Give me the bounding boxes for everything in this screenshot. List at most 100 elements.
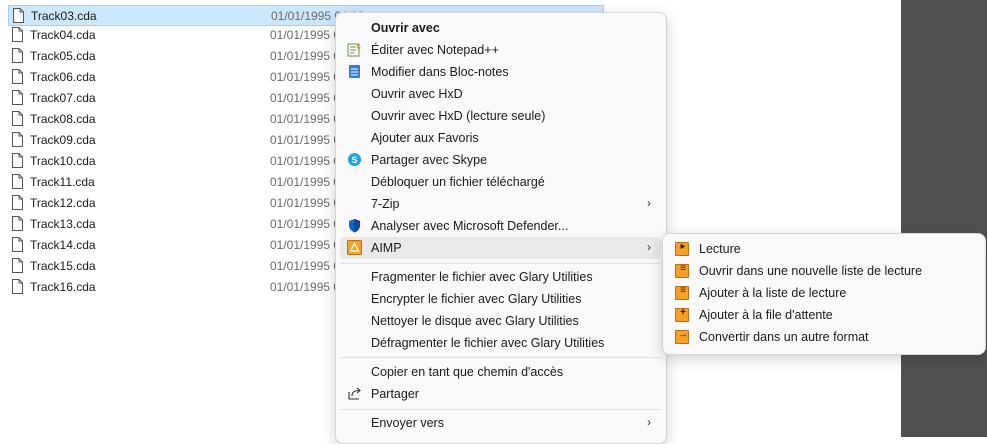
file-icon (12, 69, 23, 84)
submenu-item-label: Convertir dans un autre format (699, 330, 869, 344)
file-date: 01/01/1995 0 (270, 154, 341, 168)
file-icon (12, 153, 23, 168)
submenu-item-add-queue[interactable]: + Ajouter à la file d'attente (667, 304, 980, 326)
file-name: Track12.cda (30, 196, 96, 210)
file-name: Track16.cda (30, 280, 96, 294)
chevron-right-icon: › (647, 415, 651, 429)
file-date: 01/01/1995 0 (270, 196, 341, 210)
file-date: 01/01/1995 0 (270, 238, 341, 252)
file-date: 01/01/1995 0 (270, 280, 341, 294)
menu-item-label: Débloquer un fichier téléchargé (371, 175, 545, 189)
menu-item-label: Ouvrir avec (371, 21, 440, 35)
file-date: 01/01/1995 0 (270, 259, 341, 273)
menu-item-label: Modifier dans Bloc-notes (371, 65, 509, 79)
aimp-submenu: ▸ Lecture ≡ Ouvrir dans une nouvelle lis… (662, 233, 986, 355)
submenu-item-open-new-playlist[interactable]: ≡ Ouvrir dans une nouvelle liste de lect… (667, 260, 980, 282)
menu-separator (340, 263, 661, 264)
menu-separator (340, 357, 661, 358)
file-icon (12, 195, 23, 210)
menu-item-edit-notepadpp[interactable]: Éditer avec Notepad++ (340, 39, 661, 61)
menu-item-glary-defrag[interactable]: Défragmenter le fichier avec Glary Utili… (340, 332, 661, 354)
share-icon (348, 387, 361, 400)
file-name: Track06.cda (30, 70, 96, 84)
submenu-item-convert[interactable]: → Convertir dans un autre format (667, 326, 980, 348)
menu-item-label: Ouvrir avec HxD (371, 87, 463, 101)
file-name: Track07.cda (30, 91, 96, 105)
menu-item-aimp[interactable]: AIMP › (340, 237, 661, 259)
menu-item-label: Ouvrir avec HxD (lecture seule) (371, 109, 546, 123)
submenu-item-label: Ouvrir dans une nouvelle liste de lectur… (699, 264, 923, 278)
menu-item-open-hxd-readonly[interactable]: Ouvrir avec HxD (lecture seule) (340, 105, 661, 127)
queue-add-icon: + (675, 307, 689, 322)
file-icon (12, 132, 23, 147)
chevron-right-icon: › (647, 196, 651, 210)
menu-item-7zip[interactable]: 7-Zip › (340, 193, 661, 215)
file-name: Track14.cda (30, 238, 96, 252)
menu-item-glary-encrypt[interactable]: Encrypter le fichier avec Glary Utilitie… (340, 288, 661, 310)
menu-item-copy-path[interactable]: Copier en tant que chemin d'accès (340, 361, 661, 383)
menu-item-share-skype[interactable]: S Partager avec Skype (340, 149, 661, 171)
file-date: 01/01/1995 0 (270, 175, 341, 189)
file-name: Track10.cda (30, 154, 96, 168)
menu-item-label: Nettoyer le disque avec Glary Utilities (371, 314, 579, 328)
file-name: Track15.cda (30, 259, 96, 273)
menu-item-open-with[interactable]: Ouvrir avec (340, 17, 661, 39)
menu-item-glary-fragment[interactable]: Fragmenter le fichier avec Glary Utiliti… (340, 266, 661, 288)
file-icon (12, 111, 23, 126)
file-date: 01/01/1995 0 (270, 133, 341, 147)
submenu-item-add-playlist[interactable]: ≡ Ajouter à la liste de lecture (667, 282, 980, 304)
menu-item-label: Copier en tant que chemin d'accès (371, 365, 564, 379)
notepad-icon (349, 65, 360, 78)
file-icon (12, 279, 23, 294)
submenu-item-label: Lecture (699, 242, 741, 256)
menu-item-label: Fragmenter le fichier avec Glary Utiliti… (371, 270, 593, 284)
playlist-new-icon: ≡ (675, 263, 689, 278)
file-icon (12, 90, 23, 105)
file-name: Track03.cda (31, 9, 97, 23)
menu-item-label: Défragmenter le fichier avec Glary Utili… (371, 336, 605, 350)
file-icon (12, 174, 23, 189)
menu-separator (340, 409, 661, 410)
aimp-icon (347, 240, 362, 255)
file-icon (12, 258, 23, 273)
chevron-right-icon: › (647, 240, 651, 254)
submenu-item-label: Ajouter à la liste de lecture (699, 286, 847, 300)
convert-icon: → (675, 329, 689, 344)
menu-item-add-favorites[interactable]: Ajouter aux Favoris (340, 127, 661, 149)
shield-icon (349, 219, 360, 233)
file-date: 01/01/1995 0 (270, 49, 341, 63)
play-icon: ▸ (675, 241, 689, 256)
menu-item-label: Ajouter aux Favoris (371, 131, 479, 145)
svg-text:S: S (351, 155, 357, 165)
file-name: Track11.cda (30, 175, 95, 189)
submenu-item-label: Ajouter à la file d'attente (699, 308, 833, 322)
submenu-item-play[interactable]: ▸ Lecture (667, 238, 980, 260)
menu-item-share[interactable]: Partager (340, 383, 661, 405)
menu-item-glary-clean[interactable]: Nettoyer le disque avec Glary Utilities (340, 310, 661, 332)
file-icon (12, 27, 23, 42)
file-icon (13, 8, 24, 23)
file-date: 01/01/1995 0 (270, 70, 341, 84)
menu-item-defender[interactable]: Analyser avec Microsoft Defender... (340, 215, 661, 237)
menu-item-label: Partager (371, 387, 419, 401)
menu-item-open-hxd[interactable]: Ouvrir avec HxD (340, 83, 661, 105)
menu-item-send-to[interactable]: Envoyer vers › (340, 412, 661, 434)
file-icon (12, 48, 23, 63)
file-name: Track13.cda (30, 217, 96, 231)
file-icon (12, 216, 23, 231)
file-date: 01/01/1995 0 (270, 112, 341, 126)
file-date: 01/01/1995 0 (270, 28, 341, 42)
playlist-add-icon: ≡ (675, 285, 689, 300)
file-name: Track04.cda (30, 28, 96, 42)
menu-item-unblock[interactable]: Débloquer un fichier téléchargé (340, 171, 661, 193)
file-date: 01/01/1995 0 (270, 91, 341, 105)
menu-item-label: Encrypter le fichier avec Glary Utilitie… (371, 292, 582, 306)
notepadpp-icon (347, 43, 361, 57)
menu-item-edit-notepad[interactable]: Modifier dans Bloc-notes (340, 61, 661, 83)
background-panel (901, 0, 987, 437)
file-name: Track09.cda (30, 133, 96, 147)
menu-item-label: Envoyer vers (371, 416, 444, 430)
menu-item-label: Éditer avec Notepad++ (371, 43, 499, 57)
context-menu: Ouvrir avec Éditer avec Notepad++ Modifi… (335, 12, 667, 444)
file-name: Track08.cda (30, 112, 96, 126)
